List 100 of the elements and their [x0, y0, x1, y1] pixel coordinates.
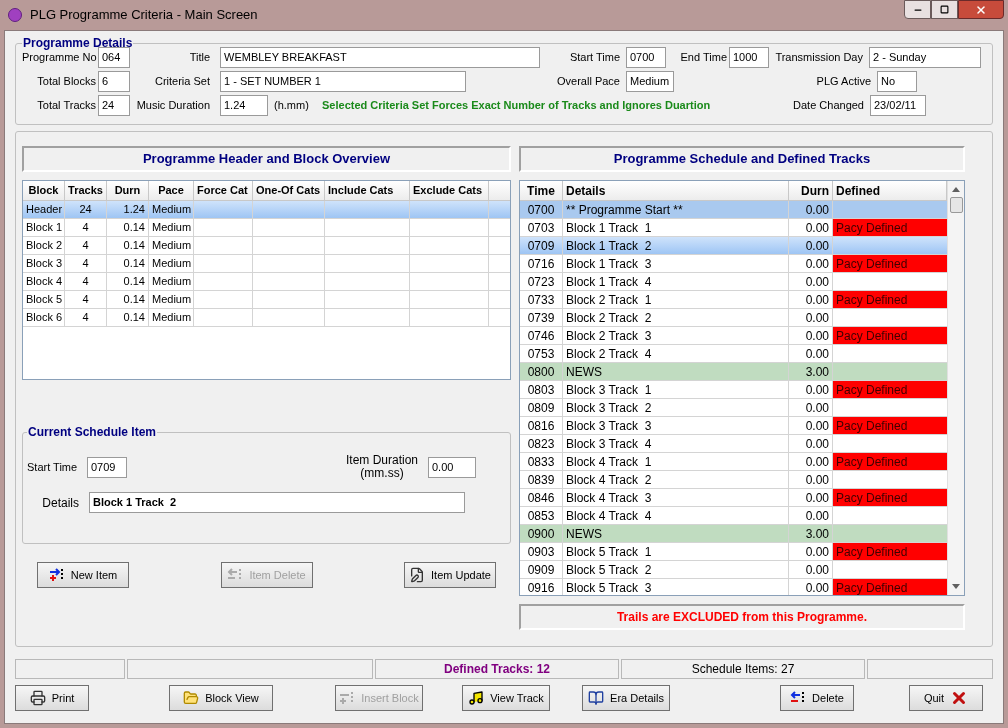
table-cell: Block 4 Track 2	[563, 471, 789, 488]
schedule-row[interactable]: 0746 Block 2 Track 3 0.00 Pacy Defined	[520, 327, 947, 345]
schedule-row[interactable]: 0909 Block 5 Track 2 0.00	[520, 561, 947, 579]
field-label: Start Time	[568, 50, 620, 64]
column-header[interactable]: Durn	[789, 181, 833, 200]
column-header[interactable]: Details	[563, 181, 789, 200]
toolbar-button[interactable]: Print	[15, 685, 89, 711]
defined-tag: Pacy Defined	[833, 453, 947, 470]
table-cell: 0800	[520, 363, 563, 380]
column-header[interactable]: Force Cat	[194, 181, 253, 200]
table-cell: 4	[65, 291, 107, 308]
column-header[interactable]: One-Of Cats	[253, 181, 325, 200]
table-row[interactable]: Block 1 4 0.14 Medium	[23, 219, 510, 237]
field-label: Programme No	[22, 50, 96, 64]
defined-tag: Pacy Defined	[833, 381, 947, 398]
text-field[interactable]: 0.00	[428, 456, 476, 478]
schedule-row[interactable]: 0723 Block 1 Track 4 0.00	[520, 273, 947, 291]
table-cell: 0903	[520, 543, 563, 560]
text-field[interactable]: 064	[98, 46, 130, 68]
text-field[interactable]: No	[877, 70, 917, 92]
schedule-row[interactable]: 0700 ** Programme Start ** 0.00	[520, 201, 947, 219]
schedule-row[interactable]: 0846 Block 4 Track 3 0.00 Pacy Defined	[520, 489, 947, 507]
schedule-row[interactable]: 0716 Block 1 Track 3 0.00 Pacy Defined	[520, 255, 947, 273]
text-field[interactable]: 2 - Sunday	[869, 46, 981, 68]
text-field[interactable]: Block 1 Track 2	[89, 492, 465, 513]
table-cell: 0.14	[107, 291, 149, 308]
schedule-row[interactable]: 0809 Block 3 Track 2 0.00	[520, 399, 947, 417]
toolbar-button[interactable]: New Item	[37, 562, 129, 588]
table-cell: Block 5 Track 3	[563, 579, 789, 595]
table-cell: 0823	[520, 435, 563, 452]
table-cell: 0709	[520, 237, 563, 254]
table-row[interactable]: Block 2 4 0.14 Medium	[23, 237, 510, 255]
text-field[interactable]: 0709	[87, 456, 127, 478]
field-sublabel: (mm.ss)	[360, 467, 404, 480]
field-label: Total Blocks	[36, 74, 96, 88]
table-cell: 0.00	[789, 435, 833, 452]
table-cell: Medium	[149, 309, 194, 326]
table-cell: Medium	[149, 255, 194, 272]
table-cell: 0.00	[789, 309, 833, 326]
schedule-row[interactable]: 0709 Block 1 Track 2 0.00	[520, 237, 947, 255]
table-cell: 0816	[520, 417, 563, 434]
schedule-row[interactable]: 0833 Block 4 Track 1 0.00 Pacy Defined	[520, 453, 947, 471]
table-row[interactable]: Block 3 4 0.14 Medium	[23, 255, 510, 273]
table-cell: Block 3 Track 1	[563, 381, 789, 398]
table-row[interactable]: Block 4 4 0.14 Medium	[23, 273, 510, 291]
schedule-row[interactable]: 0853 Block 4 Track 4 0.00	[520, 507, 947, 525]
toolbar-button[interactable]: Delete	[780, 685, 854, 711]
schedule-row[interactable]: 0800 NEWS 3.00	[520, 363, 947, 381]
defined-tag: Pacy Defined	[833, 417, 947, 434]
field-label: Music Duration	[135, 98, 210, 112]
schedule-row[interactable]: 0903 Block 5 Track 1 0.00 Pacy Defined	[520, 543, 947, 561]
toolbar-button[interactable]: Era Details	[582, 685, 670, 711]
toolbar-button[interactable]: Quit	[909, 685, 983, 711]
unit-label: (h.mm)	[273, 97, 310, 113]
schedule-row[interactable]: 0900 NEWS 3.00	[520, 525, 947, 543]
schedule-row[interactable]: 0839 Block 4 Track 2 0.00	[520, 471, 947, 489]
column-header[interactable]: Include Cats	[325, 181, 410, 200]
column-header[interactable]: Pace	[149, 181, 194, 200]
table-cell: Medium	[149, 237, 194, 254]
column-header[interactable]: Block	[23, 181, 65, 200]
defined-tag: Pacy Defined	[833, 579, 947, 595]
schedule-row[interactable]: 0823 Block 3 Track 4 0.00	[520, 435, 947, 453]
schedule-row[interactable]: 0733 Block 2 Track 1 0.00 Pacy Defined	[520, 291, 947, 309]
column-header[interactable]: Exclude Cats	[410, 181, 489, 200]
table-cell: 4	[65, 273, 107, 290]
table-cell: Block 4 Track 1	[563, 453, 789, 470]
schedule-row[interactable]: 0703 Block 1 Track 1 0.00 Pacy Defined	[520, 219, 947, 237]
table-cell: NEWS	[563, 363, 789, 380]
table-row[interactable]: Header 24 1.24 Medium	[23, 201, 510, 219]
table-cell: 0.00	[789, 471, 833, 488]
text-field[interactable]: 1000	[729, 46, 769, 68]
table-row[interactable]: Block 6 4 0.14 Medium	[23, 309, 510, 327]
toolbar-button[interactable]: Item Update	[404, 562, 496, 588]
text-field[interactable]: 6	[98, 70, 130, 92]
table-cell: Block 2 Track 2	[563, 309, 789, 326]
schedule-row[interactable]: 0816 Block 3 Track 3 0.00 Pacy Defined	[520, 417, 947, 435]
schedule-row[interactable]: 0739 Block 2 Track 2 0.00	[520, 309, 947, 327]
table-cell: 0.00	[789, 561, 833, 578]
toolbar-button[interactable]: Block View	[169, 685, 273, 711]
column-header[interactable]: Durn	[107, 181, 149, 200]
text-field[interactable]: 24	[98, 94, 130, 116]
table-cell: NEWS	[563, 525, 789, 542]
field-label: End Time	[679, 50, 727, 64]
schedule-row[interactable]: 0753 Block 2 Track 4 0.00	[520, 345, 947, 363]
table-row[interactable]: Block 5 4 0.14 Medium	[23, 291, 510, 309]
schedule-row[interactable]: 0803 Block 3 Track 1 0.00 Pacy Defined	[520, 381, 947, 399]
text-field[interactable]: 1.24	[220, 94, 268, 116]
text-field[interactable]: 23/02/11	[870, 94, 926, 116]
table-cell: 0716	[520, 255, 563, 272]
toolbar-button[interactable]: View Track	[462, 685, 550, 711]
table-cell: 0.00	[789, 201, 833, 218]
text-field[interactable]: Medium	[626, 70, 674, 92]
text-field[interactable]: 1 - SET NUMBER 1	[220, 70, 466, 92]
field-label: PLG Active	[815, 74, 871, 88]
text-field[interactable]: 0700	[626, 46, 666, 68]
text-field[interactable]: WEMBLEY BREAKFAST	[220, 46, 540, 68]
column-header[interactable]: Time	[520, 181, 563, 200]
trails-notice: Trails are EXCLUDED from this Programme.	[519, 604, 965, 630]
table-cell: 0739	[520, 309, 563, 326]
column-header[interactable]: Tracks	[65, 181, 107, 200]
